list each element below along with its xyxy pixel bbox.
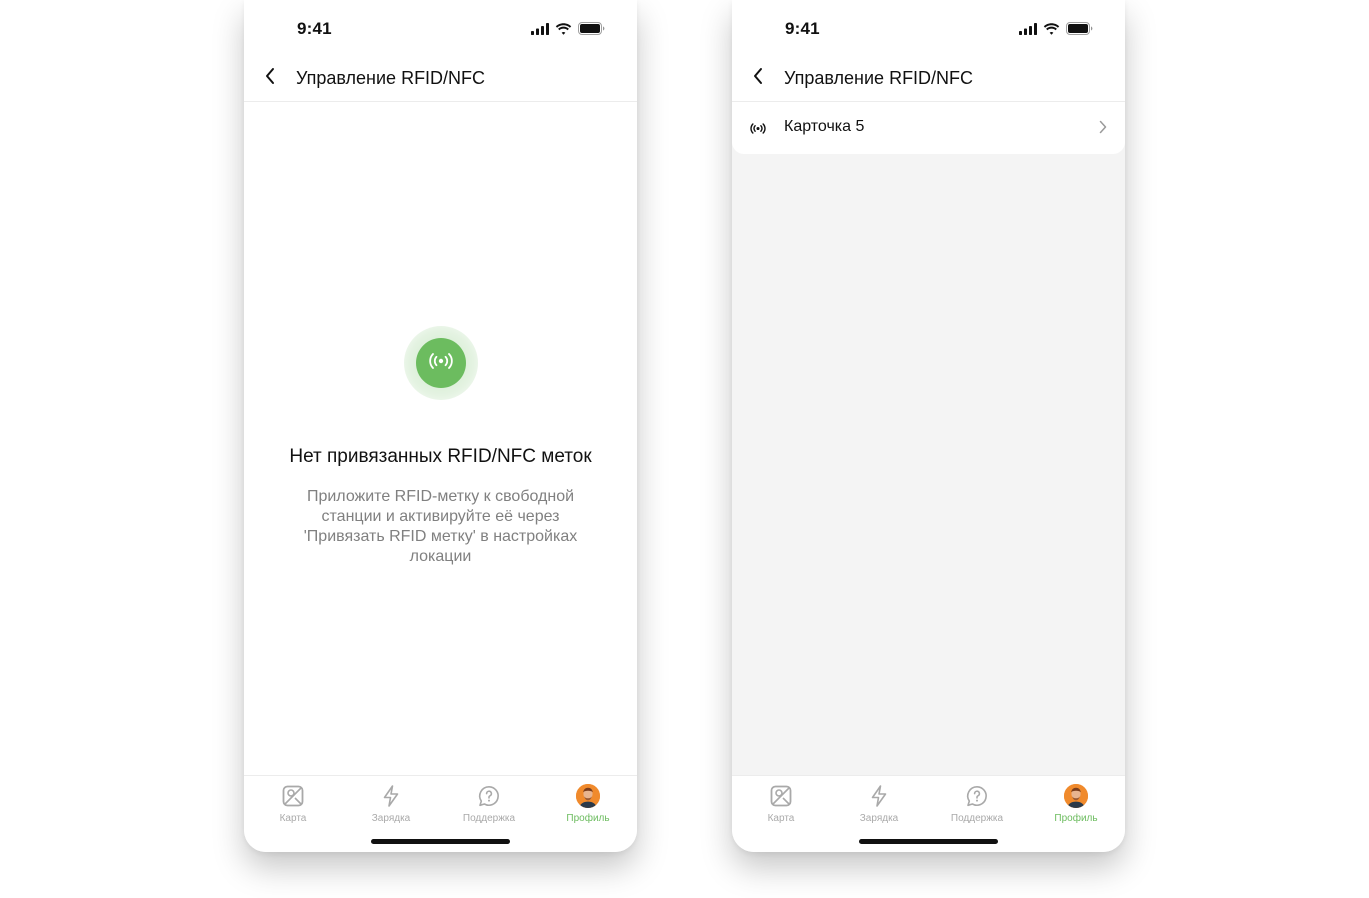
tab-map[interactable]: Карта [732,784,830,828]
tab-support[interactable]: Поддержка [928,784,1026,828]
tab-profile[interactable]: Профиль [539,784,637,828]
stage: 9:41 Управление RFID/NFC Нет привязанных… [0,0,1369,898]
avatar [1064,784,1088,808]
chevron-right-icon [1099,120,1107,139]
page-title: Управление RFID/NFC [296,68,486,88]
avatar [576,784,600,808]
help-chat-icon [477,784,501,808]
back-button[interactable] [258,66,282,90]
tab-support[interactable]: Поддержка [440,784,538,828]
cellular-signal-icon [1019,22,1037,35]
rfid-signal-icon [748,118,768,138]
cellular-signal-icon [531,22,549,35]
rfid-badge [416,338,466,388]
card-label: Карточка 5 [784,118,865,135]
status-bar: 9:41 [244,0,637,58]
status-icons [531,22,605,35]
tab-support-label: Поддержка [462,813,516,824]
status-time: 9:41 [785,19,820,38]
tab-charging[interactable]: Зарядка [830,784,928,828]
tab-profile-label: Профиль [566,813,610,824]
help-chat-icon [965,784,989,808]
empty-state: Нет привязанных RFID/NFC меток Приложите… [244,102,637,775]
tab-profile-label: Профиль [1054,813,1098,824]
chevron-left-icon [752,67,764,90]
status-bar: 9:41 [732,0,1125,58]
home-indicator [859,839,998,844]
battery-icon [1066,22,1093,35]
status-time: 9:41 [297,19,332,38]
list-item-card[interactable]: Карточка 5 [732,102,1125,154]
rfid-signal-icon [427,352,455,374]
back-button[interactable] [746,66,770,90]
page-title: Управление RFID/NFC [784,68,974,88]
tab-charging-label: Зарядка [859,813,899,824]
wifi-icon [555,22,572,35]
phone-screen-empty: 9:41 Управление RFID/NFC Нет привязанных… [244,0,637,852]
card-list: Карточка 5 [732,102,1125,775]
nav-bar: Управление RFID/NFC [732,58,1125,102]
wifi-icon [1043,22,1060,35]
chevron-left-icon [264,67,276,90]
nav-bar: Управление RFID/NFC [244,58,637,102]
empty-description: Приложите RFID-метку к свободной станции… [303,488,578,565]
home-indicator [371,839,510,844]
map-icon [281,784,305,808]
empty-title: Нет привязанных RFID/NFC меток [289,446,592,467]
battery-icon [578,22,605,35]
lightning-icon [867,784,891,808]
tab-map-label: Карта [279,813,307,824]
tab-profile[interactable]: Профиль [1027,784,1125,828]
map-icon [769,784,793,808]
tab-charging[interactable]: Зарядка [342,784,440,828]
tab-map-label: Карта [767,813,795,824]
tab-bar: Карта Зарядка Поддержка Профиль [244,775,637,852]
tab-map[interactable]: Карта [244,784,342,828]
phone-screen-list: 9:41 Управление RFID/NFC Карточка 5 Карт… [732,0,1125,852]
status-icons [1019,22,1093,35]
lightning-icon [379,784,403,808]
tab-bar: Карта Зарядка Поддержка Профиль [732,775,1125,852]
tab-support-label: Поддержка [950,813,1004,824]
tab-charging-label: Зарядка [371,813,411,824]
